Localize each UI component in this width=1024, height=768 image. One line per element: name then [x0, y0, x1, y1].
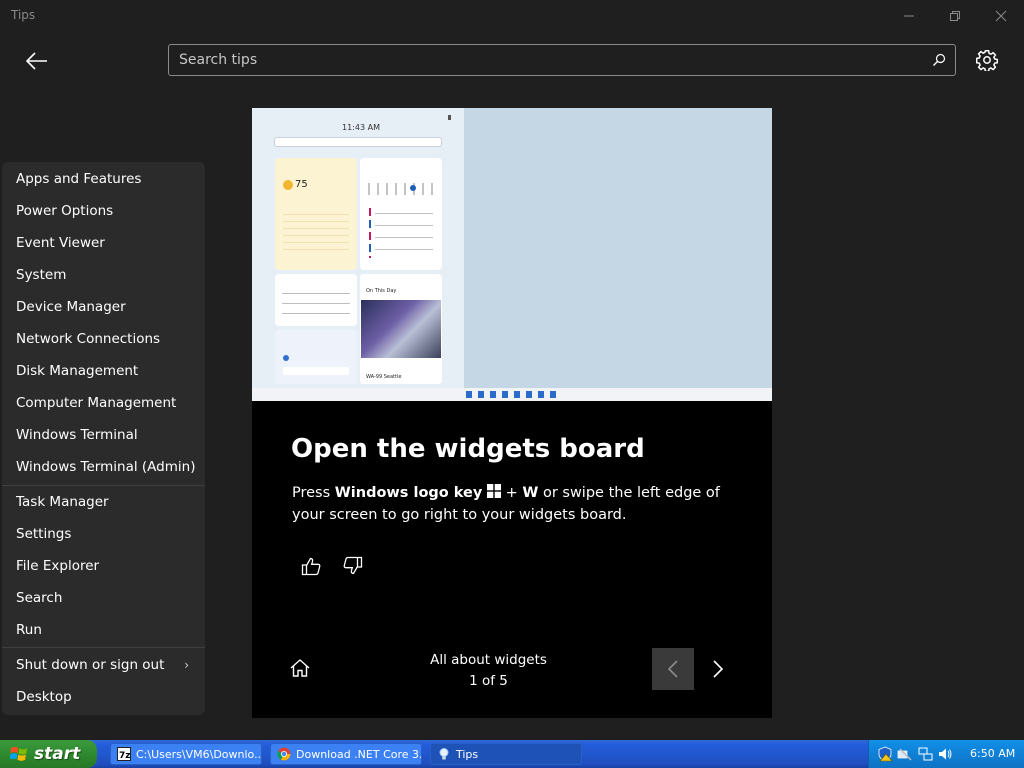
start-button[interactable]: start [0, 740, 97, 768]
restore-button[interactable] [932, 0, 978, 32]
svg-text:7z: 7z [119, 751, 131, 761]
settings-button[interactable] [972, 45, 1002, 75]
tip-card: 11:43 AM 75 On This Day WA-99 Seattle Op… [252, 108, 772, 718]
7zip-icon: 7z [117, 747, 131, 761]
windows-key-label: Windows logo key [334, 485, 483, 501]
menu-item-event-viewer[interactable]: Event Viewer [2, 228, 205, 258]
previous-tip-button[interactable] [652, 648, 694, 690]
taskbar: start 7z C:\Users\VM6\Downlo... Download… [0, 740, 1024, 768]
tips-window: Tips 11:43 AM [0, 0, 1024, 740]
taskbar-item-chrome[interactable]: Download .NET Core 3.... [270, 743, 422, 765]
security-shield-icon[interactable] [877, 746, 893, 762]
taskbar-item-label: Tips [456, 747, 479, 761]
chrome-icon [277, 747, 291, 761]
volume-icon[interactable] [937, 746, 953, 762]
menu-item-system[interactable]: System [2, 260, 205, 290]
thumbs-down-button[interactable] [337, 553, 367, 579]
thumbs-up-icon [301, 557, 321, 576]
tip-description: Press Windows logo key + W or swipe the … [292, 484, 720, 523]
menu-item-windows-terminal-admin[interactable]: Windows Terminal (Admin) [2, 452, 205, 482]
menu-item-settings[interactable]: Settings [2, 519, 205, 549]
chevron-right-icon [713, 660, 724, 678]
menu-item-file-explorer[interactable]: File Explorer [2, 551, 205, 581]
taskbar-item-label: C:\Users\VM6\Downlo... [136, 747, 262, 761]
chevron-right-icon: › [184, 658, 189, 672]
hero-traffic: WA-99 Seattle [366, 374, 402, 380]
tip-title: Open the widgets board [291, 434, 645, 464]
menu-item-computer-management[interactable]: Computer Management [2, 388, 205, 418]
menu-item-device-manager[interactable]: Device Manager [2, 292, 205, 322]
hero-clock: 11:43 AM [342, 123, 380, 132]
back-arrow-icon [26, 52, 47, 70]
tip-position: 1 of 5 [469, 673, 508, 689]
menu-item-windows-terminal[interactable]: Windows Terminal [2, 420, 205, 450]
quick-link-menu: Apps and Features Power Options Event Vi… [2, 162, 205, 715]
network-disconnected-icon[interactable] [897, 746, 913, 762]
menu-item-apps-and-features[interactable]: Apps and Features [2, 164, 205, 194]
menu-item-desktop[interactable]: Desktop [2, 682, 205, 712]
tip-hero-image: 11:43 AM 75 On This Day WA-99 Seattle [252, 108, 772, 401]
menu-item-disk-management[interactable]: Disk Management [2, 356, 205, 386]
taskbar-item-7zip[interactable]: 7z C:\Users\VM6\Downlo... [110, 743, 262, 765]
network-icon[interactable] [917, 746, 933, 762]
thumbs-up-button[interactable] [297, 553, 327, 579]
taskbar-clock[interactable]: 6:50 AM [970, 747, 1015, 760]
gear-icon [976, 50, 998, 71]
windows-logo-icon [486, 484, 501, 498]
window-title: Tips [11, 8, 36, 22]
close-icon [995, 10, 1007, 22]
home-button[interactable] [289, 658, 313, 682]
menu-item-network-connections[interactable]: Network Connections [2, 324, 205, 354]
back-button[interactable] [20, 44, 54, 78]
thumbs-down-icon [343, 556, 363, 575]
next-tip-button[interactable] [702, 648, 734, 690]
search-input[interactable] [169, 45, 909, 75]
menu-item-shut-down-label: Shut down or sign out [16, 657, 165, 673]
windows-flag-icon [10, 746, 27, 761]
menu-item-run[interactable]: Run [2, 615, 205, 645]
chevron-left-icon [667, 660, 678, 678]
menu-item-power-options[interactable]: Power Options [2, 196, 205, 226]
start-label: start [34, 744, 81, 764]
menu-separator [2, 647, 205, 648]
collection-title: All about widgets [430, 652, 547, 668]
minimize-icon [904, 15, 914, 17]
collection-info: All about widgets 1 of 5 [412, 650, 565, 692]
menu-item-shut-down[interactable]: Shut down or sign out › [2, 650, 205, 680]
minimize-button[interactable] [886, 0, 932, 32]
search-box [168, 44, 956, 76]
taskbar-item-tips[interactable]: Tips [430, 743, 582, 765]
close-button[interactable] [978, 0, 1024, 32]
search-icon[interactable] [932, 53, 946, 67]
home-icon [290, 659, 310, 677]
title-bar: Tips [0, 0, 1024, 32]
menu-item-search[interactable]: Search [2, 583, 205, 613]
menu-item-task-manager[interactable]: Task Manager [2, 487, 205, 517]
restore-icon [950, 11, 960, 21]
hero-weather-temp: 75 [295, 179, 308, 190]
lightbulb-icon [439, 748, 449, 760]
hero-on-this-day: On This Day [366, 288, 397, 294]
system-tray: 6:50 AM [868, 740, 1024, 768]
taskbar-item-label: Download .NET Core 3.... [296, 747, 422, 761]
menu-separator [2, 485, 205, 486]
